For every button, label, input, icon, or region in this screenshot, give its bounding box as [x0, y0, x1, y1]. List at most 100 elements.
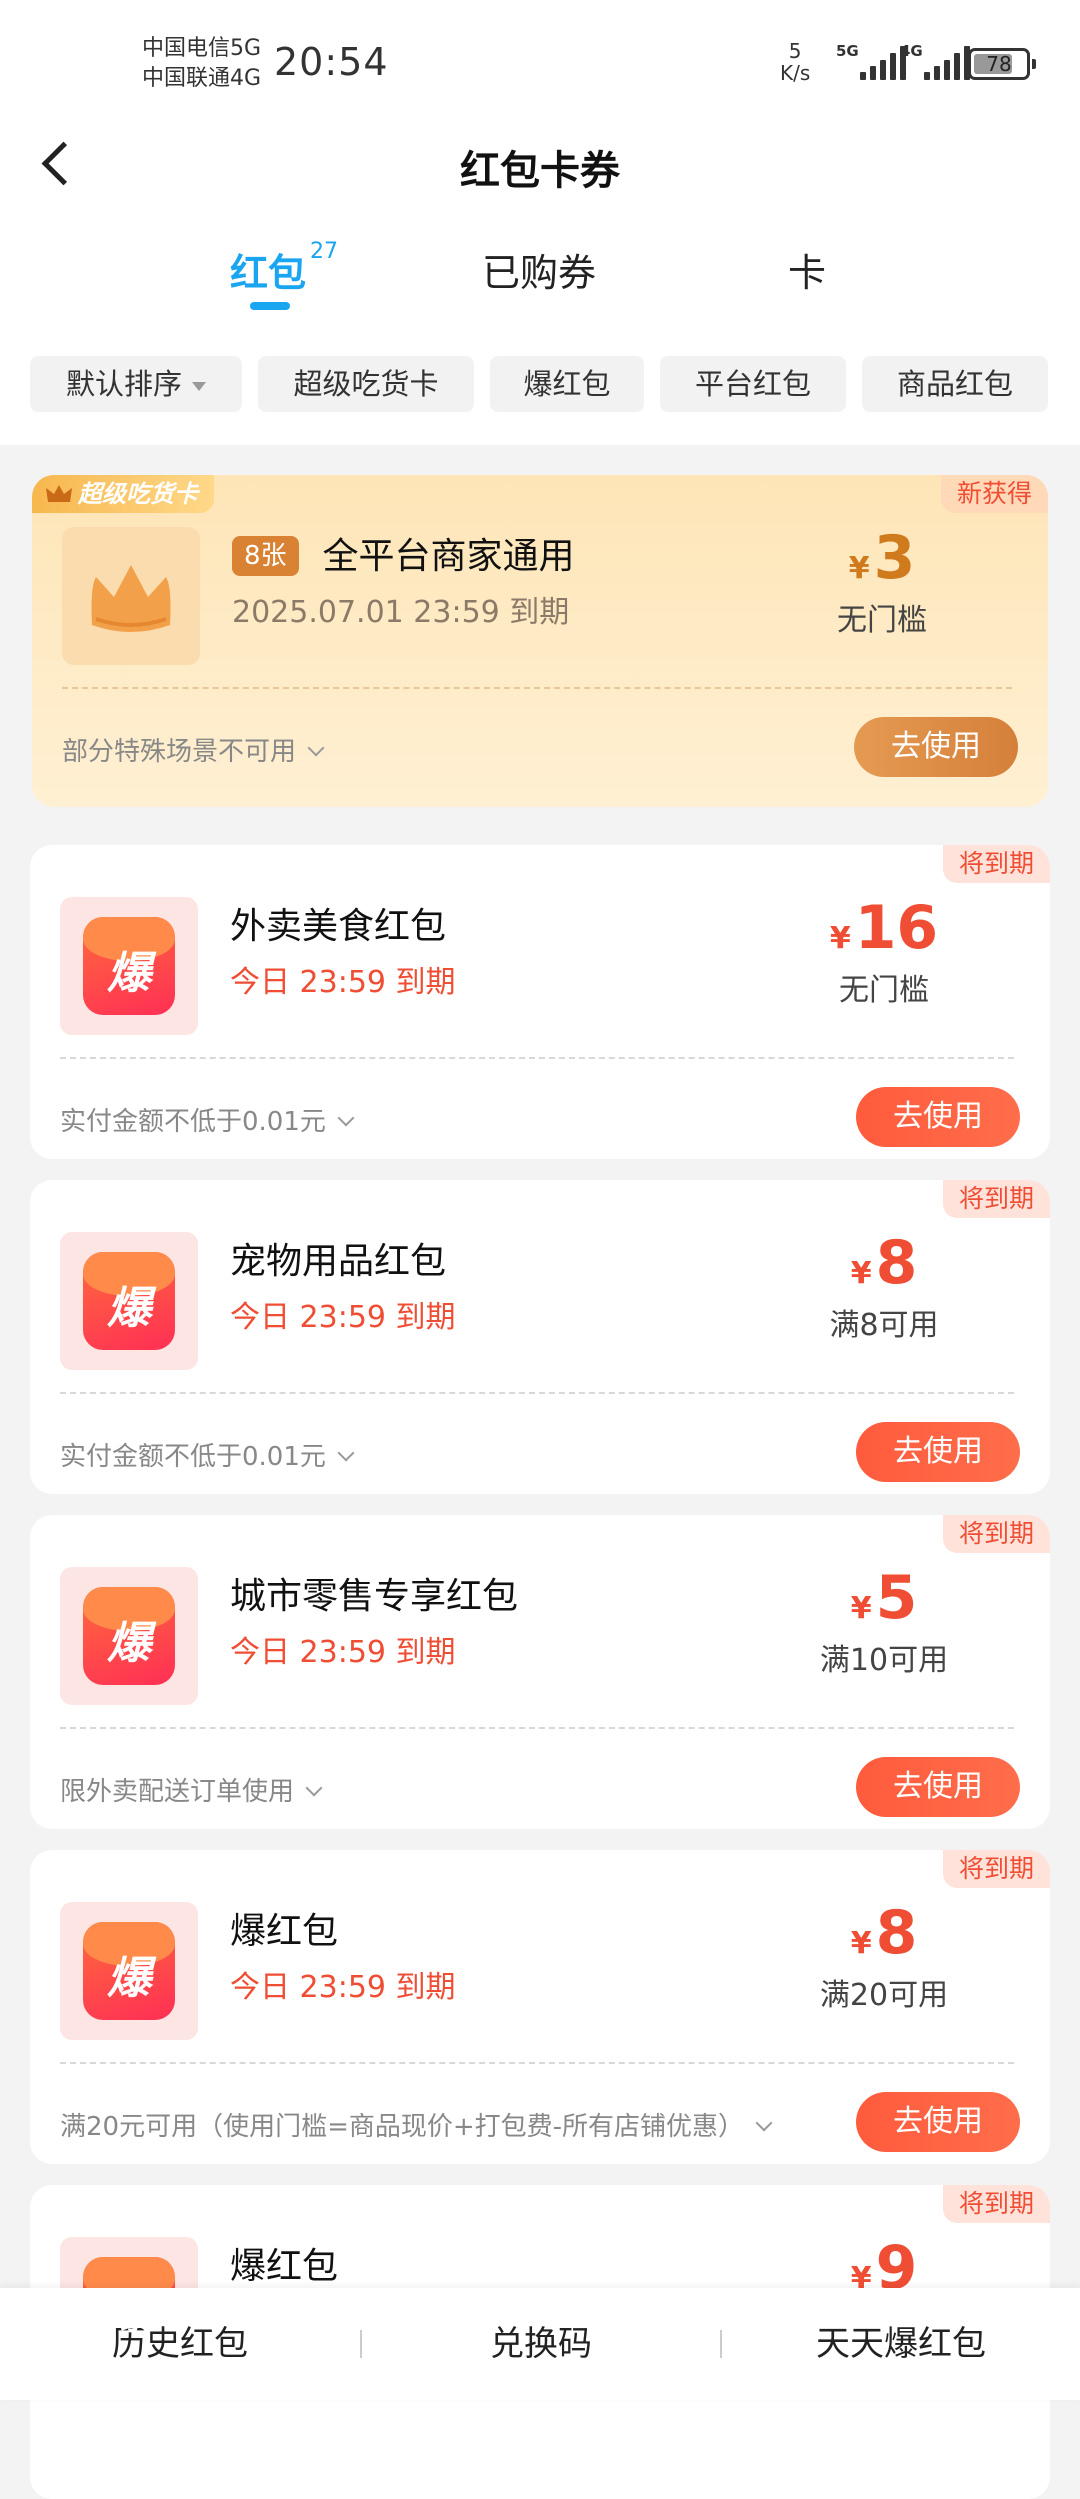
card-stack-edge	[52, 807, 1028, 821]
coupon-image: 爆	[60, 1902, 198, 2040]
use-button[interactable]: 去使用	[856, 1087, 1020, 1147]
coupon-count-badge: 8张	[232, 536, 299, 576]
bao-icon-char: 爆	[107, 2288, 151, 2339]
daily-bao-hongbao-button[interactable]: 天天爆红包	[722, 2288, 1080, 2400]
tab-purchased-coupons[interactable]: 已购券	[482, 242, 596, 297]
status-badge: 将到期	[942, 1515, 1050, 1553]
signal-4g-label: 4G	[900, 42, 923, 60]
filter-default-sort[interactable]: 默认排序	[30, 356, 242, 412]
currency-symbol: ¥	[850, 1256, 872, 1291]
speed-value: 5	[788, 39, 802, 63]
speed-unit: K/s	[780, 61, 811, 85]
crown-icon	[91, 565, 171, 632]
coupon-image: 爆	[60, 1232, 198, 1370]
use-button[interactable]: 去使用	[856, 1757, 1020, 1817]
coupon-expire: 今日 23:59 到期	[230, 965, 456, 1000]
coupon-rule-text: 部分特殊场景不可用	[62, 737, 297, 767]
bao-icon: 爆	[83, 2257, 175, 2355]
coupon-name: 8张 全平台商家通用	[232, 527, 575, 579]
coupon-price: ¥16	[784, 893, 984, 963]
use-button[interactable]: 去使用	[854, 717, 1018, 777]
currency-symbol: ¥	[848, 551, 870, 586]
coupon-name: 爆红包	[230, 1911, 339, 1952]
use-button[interactable]: 去使用	[856, 1422, 1020, 1482]
chevron-down-icon	[337, 1444, 355, 1462]
coupon-expire: 2025.07.01 23:59 到期	[232, 595, 570, 630]
carrier-1: 中国电信5G	[142, 36, 262, 61]
coupon-expire: 今日 23:59 到期	[230, 1635, 456, 1670]
coupon-condition: 无门槛	[839, 973, 929, 1008]
coupon-rule-toggle[interactable]: 实付金额不低于0.01元	[60, 1436, 355, 1473]
page-title: 红包卡券	[460, 148, 620, 194]
coupon-amount: 8	[875, 1228, 918, 1298]
coupon-rule-toggle[interactable]: 实付金额不低于0.01元	[60, 1101, 355, 1138]
coupon-rule-toggle[interactable]: 部分特殊场景不可用	[62, 731, 325, 768]
filter-bao-hongbao[interactable]: 爆红包	[490, 356, 644, 412]
coupon-condition: 满20可用	[819, 1978, 949, 2013]
currency-symbol: ¥	[850, 1926, 872, 1961]
coupon-rule-text: 限外卖配送订单使用	[60, 1777, 295, 1807]
network-speed: 5 K/s	[780, 40, 810, 84]
currency-symbol: ¥	[850, 1591, 872, 1626]
status-bar: 中国电信5G 中国联通4G 20:54 5 K/s 5G 4G 78	[0, 0, 1080, 130]
bao-icon-char: 爆	[107, 1283, 151, 1334]
redeem-code-button[interactable]: 兑换码	[362, 2288, 720, 2400]
coupon-image: 爆	[60, 1567, 198, 1705]
brand-tag-label: 超级吃货卡	[78, 480, 198, 508]
coupon-rule-text: 实付金额不低于0.01元	[60, 1107, 326, 1137]
currency-symbol: ¥	[829, 921, 851, 956]
coupon-name: 城市零售专享红包	[230, 1576, 519, 1617]
bao-icon: 爆	[83, 1587, 175, 1685]
coupon-rule-toggle[interactable]: 满20元可用（使用门槛=商品现价+打包费-所有店铺优惠）	[60, 2106, 773, 2143]
tab-cards[interactable]: 卡	[788, 242, 826, 297]
filter-product-hongbao[interactable]: 商品红包	[862, 356, 1048, 412]
use-button[interactable]: 去使用	[856, 2092, 1020, 2152]
coupon-amount: 8	[875, 1898, 918, 1968]
coupon-image: 爆	[60, 897, 198, 1035]
chevron-down-icon	[307, 739, 325, 757]
divider	[62, 687, 1012, 689]
filter-default-sort-label: 默认排序	[65, 367, 182, 401]
tab-hongbao-label: 红包	[230, 251, 307, 295]
coupon-image	[62, 527, 200, 665]
carrier-2: 中国联通4G	[142, 66, 262, 91]
coupon-price: ¥5	[784, 1563, 984, 1633]
coupon-card: 超级吃货卡 新获得 8张 全平台商家通用 2025.07.01 23:59 到期 …	[32, 475, 1048, 821]
coupon-price: ¥8	[784, 1898, 984, 1968]
tab-indicator	[250, 302, 290, 310]
coupon-amount: 3	[873, 523, 916, 593]
coupon-card: 将到期 爆 城市零售专享红包 今日 23:59 到期 ¥5 满10可用 限外卖配…	[30, 1515, 1050, 1829]
coupon-card: 将到期 爆 外卖美食红包 今日 23:59 到期 ¥16 无门槛 实付金额不低于…	[30, 845, 1050, 1159]
chevron-down-icon	[305, 1779, 323, 1797]
coupon-amount: 16	[854, 893, 939, 963]
chevron-down-icon	[755, 2114, 773, 2132]
filter-platform-hongbao[interactable]: 平台红包	[660, 356, 846, 412]
status-time: 20:54	[274, 40, 389, 84]
chevron-down-icon	[337, 1109, 355, 1127]
coupon-amount: 5	[875, 1563, 918, 1633]
coupon-condition: 满8可用	[829, 1308, 939, 1343]
coupon-condition: 无门槛	[837, 603, 927, 638]
bao-icon-char: 爆	[107, 1953, 151, 2004]
coupon-expire: 今日 23:59 到期	[230, 1970, 456, 2005]
status-badge: 将到期	[942, 2185, 1050, 2223]
signal-5g-label: 5G	[836, 42, 859, 60]
divider	[60, 1057, 1014, 1059]
coupon-card: 将到期 爆 爆红包 今日 23:59 到期 ¥8 满20可用 满20元可用（使用…	[30, 1850, 1050, 2164]
coupon-price: ¥3	[782, 523, 982, 593]
tab-hongbao-count: 27	[310, 239, 339, 265]
filter-super-foodie-card[interactable]: 超级吃货卡	[258, 356, 474, 412]
coupon-price: ¥8	[784, 1228, 984, 1298]
bao-icon: 爆	[83, 1922, 175, 2020]
status-badge: 将到期	[942, 845, 1050, 883]
crown-icon	[46, 485, 72, 502]
divider	[60, 1392, 1014, 1394]
battery-icon: 78	[968, 48, 1036, 80]
divider	[60, 2062, 1014, 2064]
brand-tag: 超级吃货卡	[32, 475, 214, 513]
coupon-rule-text: 实付金额不低于0.01元	[60, 1442, 326, 1472]
coupon-rule-text: 满20元可用（使用门槛=商品现价+打包费-所有店铺优惠）	[60, 2112, 745, 2142]
coupon-rule-toggle[interactable]: 限外卖配送订单使用	[60, 1771, 323, 1808]
history-hongbao-button[interactable]: 历史红包	[0, 2288, 360, 2400]
tab-hongbao[interactable]: 红包 27	[230, 239, 339, 297]
